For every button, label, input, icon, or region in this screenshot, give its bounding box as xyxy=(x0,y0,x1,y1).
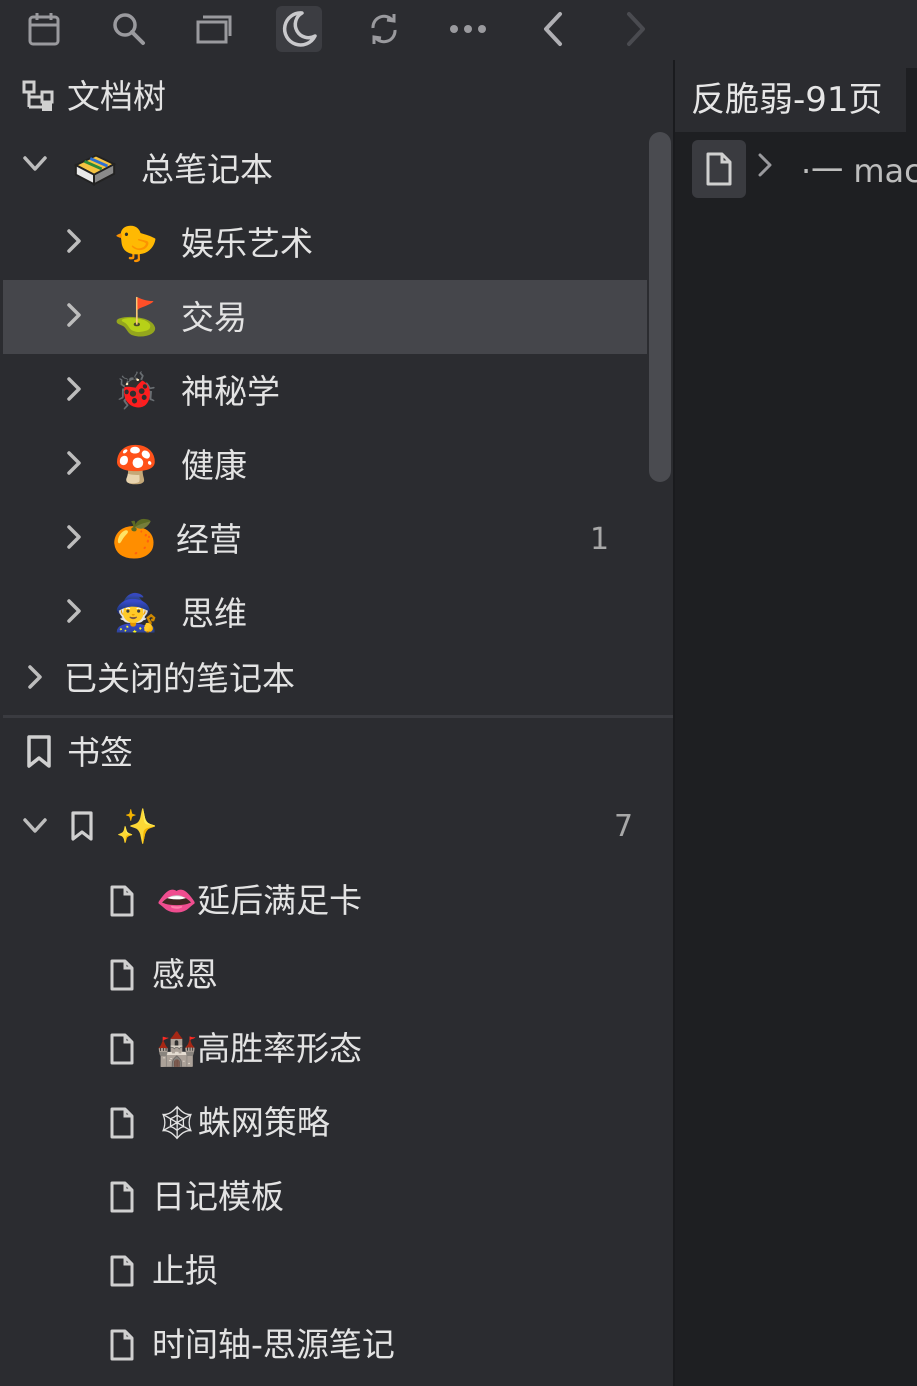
forward-icon[interactable] xyxy=(613,6,659,52)
doctree-icon xyxy=(22,80,56,116)
tree-item-label[interactable]: 娱乐艺术 xyxy=(181,224,313,264)
bookmark-label: 蛛网策略 xyxy=(197,1103,330,1142)
bookmark-icon xyxy=(26,734,52,774)
sync-icon[interactable] xyxy=(361,6,407,52)
item-count: 1 xyxy=(590,522,610,557)
windows-icon[interactable] xyxy=(191,6,237,52)
calendar-icon[interactable] xyxy=(21,6,67,52)
bookmark-item[interactable]: 止损 xyxy=(152,1251,218,1291)
chevron-right-icon[interactable] xyxy=(66,450,82,480)
chevron-right-icon[interactable] xyxy=(27,664,43,694)
tab-edge xyxy=(906,68,917,132)
closed-notebooks-label[interactable]: 已关闭的笔记本 xyxy=(64,659,295,699)
bookmark-label: 日记模板 xyxy=(152,1177,284,1216)
notebook-name[interactable]: 总笔记本 xyxy=(141,150,273,190)
bookmark-item[interactable]: 👄延后满足卡 xyxy=(156,881,362,921)
bookmark-item[interactable]: 日记模板 xyxy=(152,1177,284,1217)
breadcrumb-doc-button[interactable] xyxy=(692,140,746,198)
item-emoji: 🐞 xyxy=(113,371,159,412)
section-divider xyxy=(3,715,673,718)
document-icon xyxy=(110,1329,134,1365)
tree-item-label[interactable]: 经营 xyxy=(176,520,242,560)
bookmark-item[interactable]: 🕸蛛网策略 xyxy=(156,1103,330,1143)
tree-item-label[interactable]: 神秘学 xyxy=(181,372,280,412)
bookmark-group-count: 7 xyxy=(614,809,634,844)
top-toolbar xyxy=(0,0,917,60)
bookmark-icon xyxy=(70,810,94,846)
tree-item-label[interactable]: 健康 xyxy=(181,446,247,486)
bookmark-emoji: 👄 xyxy=(156,881,198,920)
editor-tabbar: 反脆弱-91页 xyxy=(675,60,917,132)
item-emoji: 🧙 xyxy=(113,593,159,634)
item-emoji: 🍄 xyxy=(113,445,159,486)
bookmark-label: 延后满足卡 xyxy=(197,881,363,920)
chevron-right-icon[interactable] xyxy=(66,228,82,258)
item-emoji: 🐤 xyxy=(113,223,159,264)
sidebar-scrollbar[interactable] xyxy=(649,132,671,482)
chevron-right-icon[interactable] xyxy=(66,376,82,406)
chevron-down-icon[interactable] xyxy=(22,816,48,840)
document-icon xyxy=(110,1033,134,1069)
more-icon[interactable] xyxy=(445,6,491,52)
document-icon xyxy=(110,959,134,995)
item-emoji: 🍊 xyxy=(111,519,157,560)
breadcrumb-item[interactable]: ·一 mac xyxy=(801,146,917,192)
bookmark-label: 感恩 xyxy=(152,955,218,994)
bookmark-item[interactable]: 感恩 xyxy=(152,955,218,995)
document-icon xyxy=(110,1107,134,1143)
document-icon xyxy=(110,1181,134,1217)
bookmark-emoji: 🕸 xyxy=(156,1103,198,1142)
editor-panel: 反脆弱-91页 ·一 mac xyxy=(675,60,917,1386)
chevron-down-icon[interactable] xyxy=(22,154,48,178)
item-emoji: ⛳ xyxy=(113,297,159,338)
bookmark-label: 时间轴-思源笔记 xyxy=(152,1325,395,1364)
bookmark-label: 止损 xyxy=(152,1251,218,1290)
bookmarks-title: 书签 xyxy=(67,733,133,772)
tree-item-label[interactable]: 交易 xyxy=(181,298,247,338)
selected-row-highlight xyxy=(3,280,647,354)
bookmark-label: 高胜率形态 xyxy=(197,1029,363,1068)
chevron-right-icon[interactable] xyxy=(66,524,82,554)
bookmark-item[interactable]: 时间轴-思源笔记 xyxy=(152,1325,395,1365)
tab-document[interactable]: 反脆弱-91页 xyxy=(675,60,883,132)
document-icon xyxy=(110,885,134,921)
search-icon[interactable] xyxy=(106,6,152,52)
document-icon xyxy=(110,1255,134,1291)
chevron-right-icon[interactable] xyxy=(66,598,82,628)
chevron-right-icon xyxy=(757,152,773,182)
back-icon[interactable] xyxy=(530,6,576,52)
doctree-title: 文档树 xyxy=(67,77,166,116)
tree-item-label[interactable]: 思维 xyxy=(181,594,247,634)
bookmark-emoji: 🏰 xyxy=(156,1029,198,1068)
moon-icon[interactable] xyxy=(276,6,322,52)
bookmark-item[interactable]: 🏰高胜率形态 xyxy=(156,1029,362,1069)
chevron-right-icon[interactable] xyxy=(66,302,82,332)
notebook-icon xyxy=(73,146,117,190)
sidebar: 文档树 总笔记本 🐤 娱乐艺术 ⛳ 交易 🐞 神秘学 🍄 健康 🍊 经营 1 🧙… xyxy=(0,60,673,1386)
bookmark-group-emoji: ✨ xyxy=(115,807,159,847)
